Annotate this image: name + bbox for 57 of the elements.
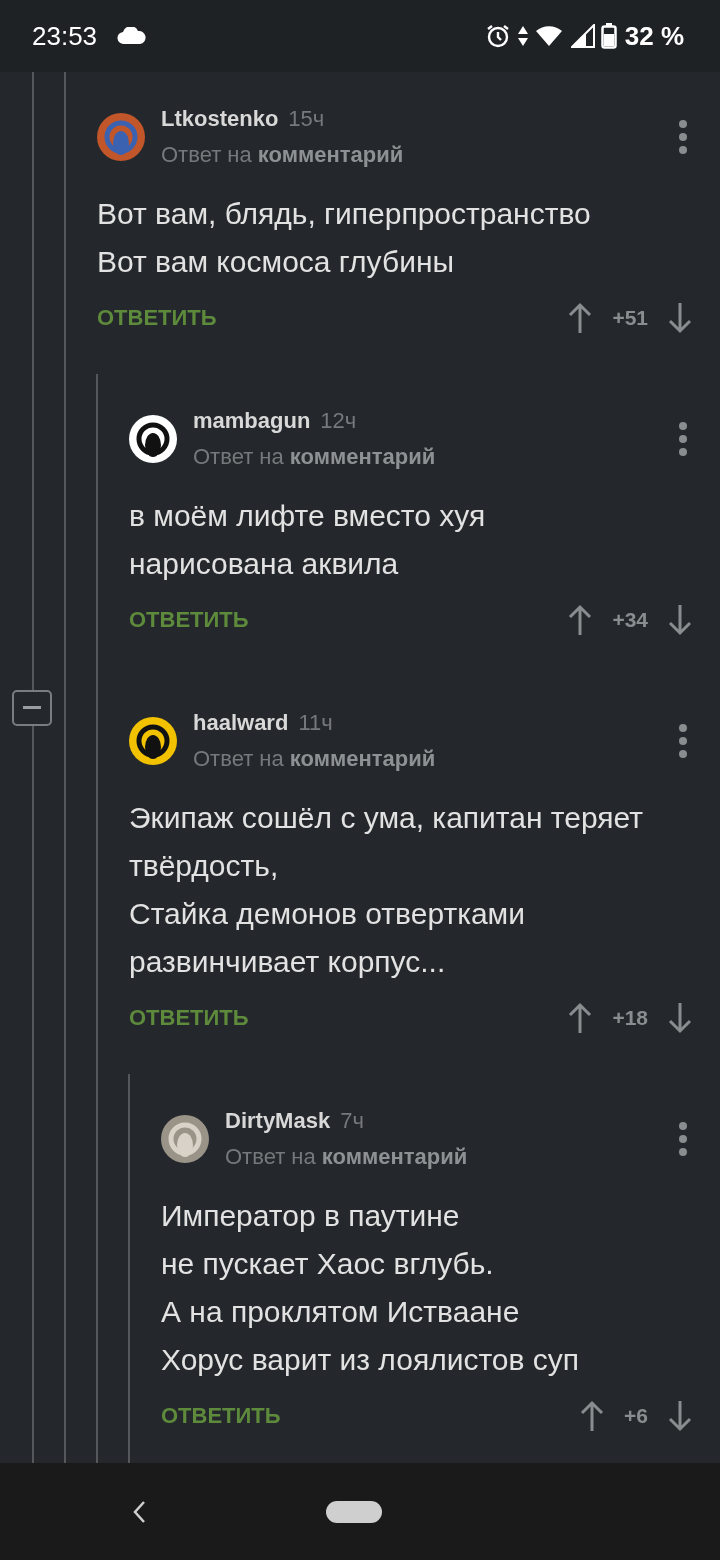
comment-time: 15ч [288, 106, 325, 132]
comment-time: 11ч [298, 710, 333, 736]
avatar [129, 717, 177, 765]
more-options-icon[interactable] [678, 723, 688, 759]
reply-to-text[interactable]: Ответ на комментарий [193, 444, 436, 470]
collapse-thread-button[interactable] [12, 690, 52, 726]
upvote-icon[interactable] [568, 302, 593, 334]
wifi-icon [534, 24, 565, 48]
clock-time: 23:53 [32, 20, 98, 52]
home-pill[interactable] [326, 1500, 382, 1523]
avatar [129, 415, 177, 463]
downvote-icon[interactable] [668, 1400, 692, 1432]
comment-text: Экипаж сошёл с ума, капитан теряет твёрдость, [129, 800, 644, 884]
upvote-icon[interactable] [568, 604, 593, 636]
downvote-icon[interactable] [668, 1002, 692, 1034]
comment-text: Стайка демонов отвертками развинчивает корпус... [129, 896, 526, 980]
more-options-icon[interactable] [678, 119, 688, 155]
reply-link[interactable]: ОТВЕТИТЬ [161, 1403, 281, 1429]
comment-text: не пускает Хаос вглубь. [161, 1246, 495, 1282]
reply-link[interactable]: ОТВЕТИТЬ [97, 305, 217, 331]
comment-text: нарисована аквила [129, 546, 400, 582]
data-arrows-icon [516, 25, 529, 47]
comment-text: Хорус варит из лоялистов суп [161, 1342, 580, 1378]
battery-level: 32 % [624, 20, 684, 52]
comment-text: А на проклятом Истваане [161, 1294, 521, 1330]
comment-text: Вот вам космоса глубины [97, 244, 456, 280]
back-icon[interactable] [132, 1499, 146, 1524]
upvote-icon[interactable] [580, 1400, 605, 1432]
downvote-icon[interactable] [668, 604, 692, 636]
signal-icon [570, 24, 595, 48]
battery-icon [600, 23, 617, 49]
reply-to-text[interactable]: Ответ на комментарий [193, 746, 436, 772]
more-options-icon[interactable] [678, 1121, 688, 1157]
reply-to-text[interactable]: Ответ на комментарий [225, 1144, 468, 1170]
minus-icon [23, 706, 41, 710]
avatar [161, 1115, 209, 1163]
reply-link[interactable]: ОТВЕТИТЬ [129, 607, 249, 633]
vote-score: +6 [624, 1404, 648, 1428]
downvote-icon[interactable] [668, 302, 692, 334]
comment-text: Император в паутине [161, 1198, 461, 1234]
vote-score: +34 [612, 608, 648, 632]
vote-score: +51 [612, 306, 648, 330]
more-options-icon[interactable] [678, 421, 688, 457]
avatar [97, 113, 145, 161]
comment-time: 7ч [340, 1108, 364, 1134]
comment-text: Вот вам, блядь, гиперпространство [97, 196, 592, 232]
reply-link[interactable]: ОТВЕТИТЬ [129, 1005, 249, 1031]
username[interactable]: mambagun [193, 408, 311, 434]
username[interactable]: DirtyMask [225, 1108, 331, 1134]
reply-to-text[interactable]: Ответ на комментарий [161, 142, 404, 168]
username[interactable]: haalward [193, 710, 289, 736]
comment-text: в моём лифте вместо хуя [129, 498, 487, 534]
cloud-icon [117, 27, 148, 45]
comment-time: 12ч [320, 408, 357, 434]
username[interactable]: Ltkostenko [161, 106, 279, 132]
vote-score: +18 [612, 1006, 648, 1030]
upvote-icon[interactable] [568, 1002, 593, 1034]
